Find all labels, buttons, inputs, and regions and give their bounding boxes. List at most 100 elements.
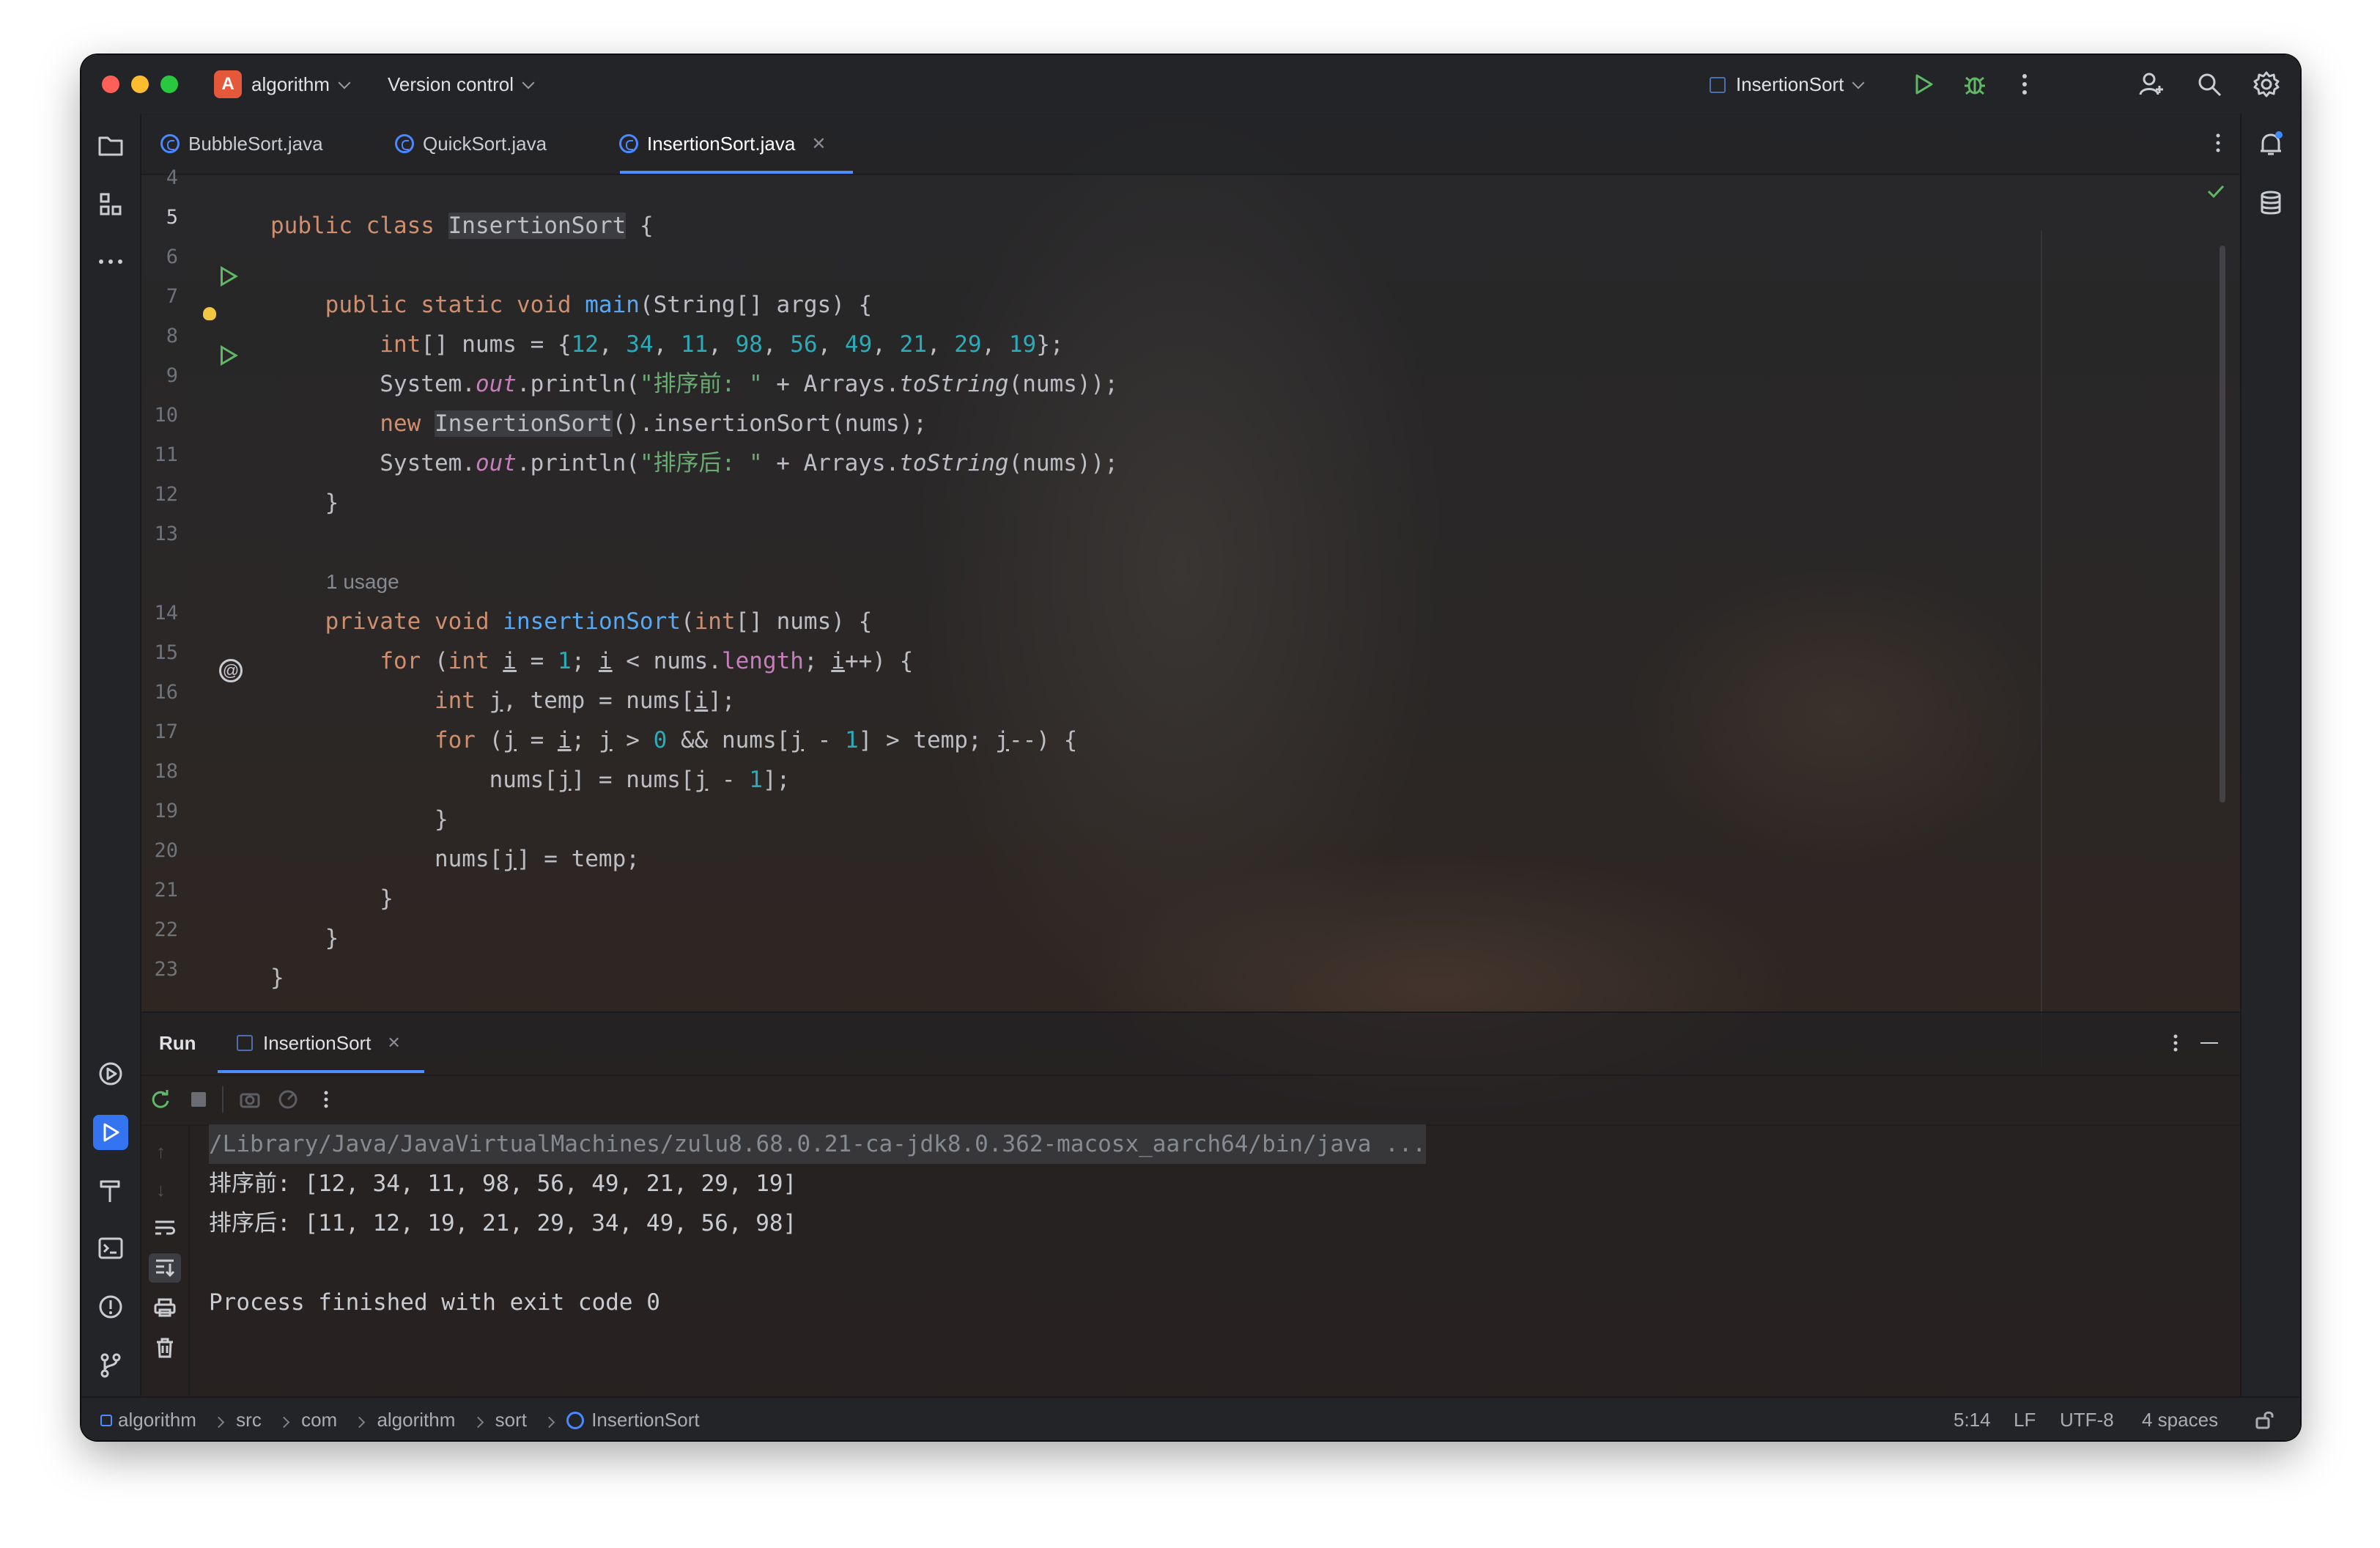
code-with-me-button[interactable] bbox=[2134, 67, 2169, 102]
run-config-icon bbox=[1710, 77, 1726, 93]
editor-scrollbar[interactable] bbox=[2220, 246, 2225, 803]
more-actions-button[interactable] bbox=[2007, 67, 2042, 102]
active-tab-indicator bbox=[620, 171, 853, 174]
close-tab-icon[interactable]: ✕ bbox=[387, 1033, 400, 1053]
line-number: 11 bbox=[154, 443, 178, 466]
console-output[interactable]: /Library/Java/JavaVirtualMachines/zulu8.… bbox=[209, 1124, 2240, 1316]
structure-tool-button[interactable] bbox=[93, 187, 128, 222]
more-vertical-icon bbox=[2216, 133, 2220, 152]
database-tool-button[interactable] bbox=[2253, 185, 2288, 221]
terminal-tool-button[interactable] bbox=[93, 1231, 128, 1266]
zoom-window-button[interactable] bbox=[160, 75, 178, 93]
camera-icon bbox=[240, 1093, 260, 1108]
run-main-gutter-icon[interactable] bbox=[221, 345, 238, 366]
usage-hint[interactable]: 1 usage bbox=[326, 562, 399, 602]
git-branch-icon bbox=[100, 1353, 121, 1378]
run-button[interactable] bbox=[1906, 67, 1941, 102]
tab-label: BubbleSort.java bbox=[188, 132, 323, 155]
chevron-right-icon bbox=[354, 1416, 366, 1429]
soft-wrap-button[interactable] bbox=[153, 1218, 177, 1239]
console-line-before: 排序前: [12, 34, 11, 98, 56, 49, 21, 29, 19… bbox=[209, 1171, 797, 1197]
console-line-exit: Process finished with exit code 0 bbox=[209, 1289, 660, 1316]
breadcrumb-item[interactable]: src bbox=[236, 1409, 262, 1431]
class-icon bbox=[566, 1412, 585, 1429]
read-only-toggle[interactable] bbox=[2255, 1409, 2275, 1430]
tab-run-config[interactable]: InsertionSort ✕ bbox=[237, 1013, 401, 1073]
tab-options-button[interactable] bbox=[2215, 133, 2221, 153]
rerun-button[interactable] bbox=[144, 1083, 177, 1116]
clear-console-button[interactable] bbox=[155, 1337, 175, 1359]
tab-insertionsort[interactable]: InsertionSort.java ✕ bbox=[619, 114, 826, 174]
tab-label: QuickSort.java bbox=[423, 132, 547, 155]
chevron-right-icon bbox=[472, 1416, 484, 1429]
console-line-java-path[interactable]: /Library/Java/JavaVirtualMachines/zulu8.… bbox=[209, 1124, 1427, 1164]
indent-setting[interactable]: 4 spaces bbox=[2142, 1398, 2218, 1440]
breadcrumb-item[interactable]: com bbox=[301, 1409, 337, 1431]
settings-button[interactable] bbox=[2249, 67, 2284, 102]
run-config-tab-label: InsertionSort bbox=[263, 1031, 372, 1054]
breadcrumb-item[interactable]: InsertionSort bbox=[591, 1409, 699, 1431]
project-name: algorithm bbox=[251, 73, 330, 95]
breadcrumb-item[interactable]: algorithm bbox=[377, 1409, 455, 1431]
more-horizontal-icon bbox=[99, 259, 122, 264]
run-class-gutter-icon[interactable] bbox=[221, 266, 238, 287]
notifications-button[interactable] bbox=[2253, 127, 2288, 162]
services-icon bbox=[99, 1062, 122, 1086]
line-ending[interactable]: LF bbox=[2014, 1398, 2036, 1440]
profiler-button[interactable] bbox=[272, 1083, 304, 1116]
more-vertical-icon bbox=[2173, 1034, 2178, 1052]
add-user-icon bbox=[2139, 73, 2163, 95]
vcs-menu[interactable]: Version control bbox=[388, 71, 535, 97]
run-config-selector[interactable]: InsertionSort bbox=[1710, 71, 1865, 97]
debug-button[interactable] bbox=[1957, 67, 1992, 102]
trash-icon bbox=[157, 1338, 173, 1358]
line-number: 14 bbox=[154, 602, 178, 624]
string-literal: "排序前: " bbox=[639, 371, 763, 397]
title-bar: A algorithm Version control InsertionSor… bbox=[81, 55, 2300, 115]
services-tool-button[interactable] bbox=[93, 1056, 128, 1091]
lightbulb-icon[interactable] bbox=[203, 307, 216, 320]
chevron-right-icon bbox=[212, 1416, 225, 1429]
arrow-down-icon[interactable]: ↓ bbox=[156, 1179, 166, 1201]
tab-quicksort[interactable]: QuickSort.java bbox=[395, 114, 547, 174]
database-icon bbox=[2261, 191, 2281, 215]
more-tools-button[interactable] bbox=[93, 244, 128, 279]
code-line: } bbox=[270, 490, 339, 516]
search-button[interactable] bbox=[2192, 67, 2227, 102]
project-switcher[interactable]: algorithm bbox=[251, 71, 351, 97]
close-tab-icon[interactable]: ✕ bbox=[811, 133, 826, 155]
class-icon bbox=[160, 134, 180, 153]
minimize-window-button[interactable] bbox=[131, 75, 149, 93]
breadcrumb-item[interactable]: sort bbox=[495, 1409, 527, 1431]
toolbar-separator bbox=[222, 1086, 223, 1113]
run-panel-options-button[interactable] bbox=[2173, 1033, 2178, 1053]
build-tool-button[interactable] bbox=[93, 1173, 128, 1209]
close-window-button[interactable] bbox=[102, 75, 119, 93]
run-more-button[interactable] bbox=[310, 1083, 342, 1116]
project-badge[interactable]: A bbox=[214, 70, 242, 98]
run-tool-button[interactable] bbox=[93, 1115, 128, 1150]
arrow-up-icon[interactable]: ↑ bbox=[156, 1140, 166, 1163]
print-button[interactable] bbox=[153, 1297, 177, 1318]
project-tool-button[interactable] bbox=[93, 128, 128, 163]
scroll-to-end-button[interactable] bbox=[149, 1253, 181, 1283]
run-config-icon bbox=[237, 1035, 253, 1051]
line-number: 15 bbox=[154, 641, 178, 664]
run-icon bbox=[1915, 74, 1933, 95]
problems-tool-button[interactable] bbox=[93, 1289, 128, 1324]
git-tool-button[interactable] bbox=[93, 1348, 128, 1383]
code-line: public class InsertionSort { bbox=[270, 213, 654, 239]
minimize-panel-icon[interactable] bbox=[2200, 1042, 2218, 1044]
caret-position[interactable]: 5:14 bbox=[1954, 1398, 1991, 1440]
tab-bubblesort[interactable]: BubbleSort.java bbox=[160, 114, 323, 174]
breadcrumb: algorithm src com algorithm sort Inserti… bbox=[100, 1398, 700, 1440]
code-line: System.out.println("排序后: " + Arrays.toSt… bbox=[270, 450, 1118, 476]
file-encoding[interactable]: UTF-8 bbox=[2060, 1398, 2114, 1440]
implementation-at-icon[interactable]: @ bbox=[219, 659, 243, 682]
dump-threads-button[interactable] bbox=[234, 1083, 266, 1116]
hammer-icon bbox=[100, 1180, 120, 1202]
more-vertical-icon bbox=[2022, 74, 2027, 95]
stop-button[interactable] bbox=[182, 1083, 215, 1116]
code-editor[interactable]: 4 5 6 7 8 9 10 11 12 13 14 15 16 17 18 1… bbox=[141, 166, 2240, 1011]
breadcrumb-item[interactable]: algorithm bbox=[118, 1409, 196, 1431]
